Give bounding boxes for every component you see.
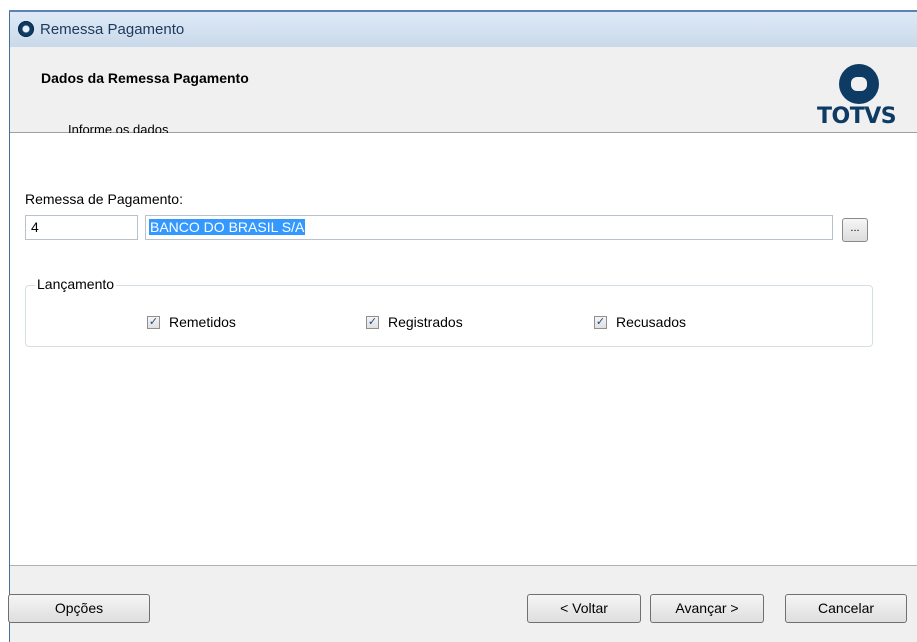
checkmark-icon: ✓	[147, 315, 160, 329]
wizard-footer: Opções < Voltar Avançar > Cancelar	[8, 565, 917, 642]
remessa-pagamento-window: Remessa Pagamento Dados da Remessa Pagam…	[0, 0, 917, 642]
registrados-checkbox[interactable]: ✓ Registrados	[366, 313, 463, 331]
browse-button[interactable]: ...	[842, 218, 868, 242]
next-button[interactable]: Avançar >	[650, 594, 764, 623]
remessa-code-input[interactable]: 4	[25, 215, 138, 240]
options-button[interactable]: Opções	[8, 594, 150, 623]
checkmark-icon: ✓	[594, 315, 607, 329]
lancamento-legend: Lançamento	[35, 276, 117, 292]
checkbox-label: Recusados	[616, 314, 687, 330]
checkbox-label: Registrados	[388, 314, 463, 330]
wizard-header: Dados da Remessa Pagamento Informe os da…	[10, 47, 917, 137]
window-left-margin	[0, 0, 9, 642]
form-area: Remessa de Pagamento: 4 BANCO DO BRASIL …	[10, 133, 917, 565]
remetidos-checkbox[interactable]: ✓ Remetidos	[147, 313, 236, 331]
selected-text: BANCO DO BRASIL S/A	[149, 219, 306, 235]
title-bar: Remessa Pagamento	[10, 12, 917, 47]
app-logo-icon	[18, 21, 34, 37]
cancel-button[interactable]: Cancelar	[785, 594, 907, 623]
recusados-checkbox[interactable]: ✓ Recusados	[594, 313, 686, 331]
checkmark-icon: ✓	[366, 315, 379, 329]
checkbox-label: Remetidos	[169, 314, 236, 330]
totvs-logo: TOTVS	[816, 64, 916, 129]
logo-text: TOTVS	[817, 104, 897, 129]
remessa-description-input[interactable]: BANCO DO BRASIL S/A	[145, 215, 833, 240]
back-button[interactable]: < Voltar	[527, 594, 641, 623]
remessa-label: Remessa de Pagamento:	[25, 191, 183, 207]
page-title: Dados da Remessa Pagamento	[41, 70, 249, 86]
window-title: Remessa Pagamento	[40, 21, 185, 38]
